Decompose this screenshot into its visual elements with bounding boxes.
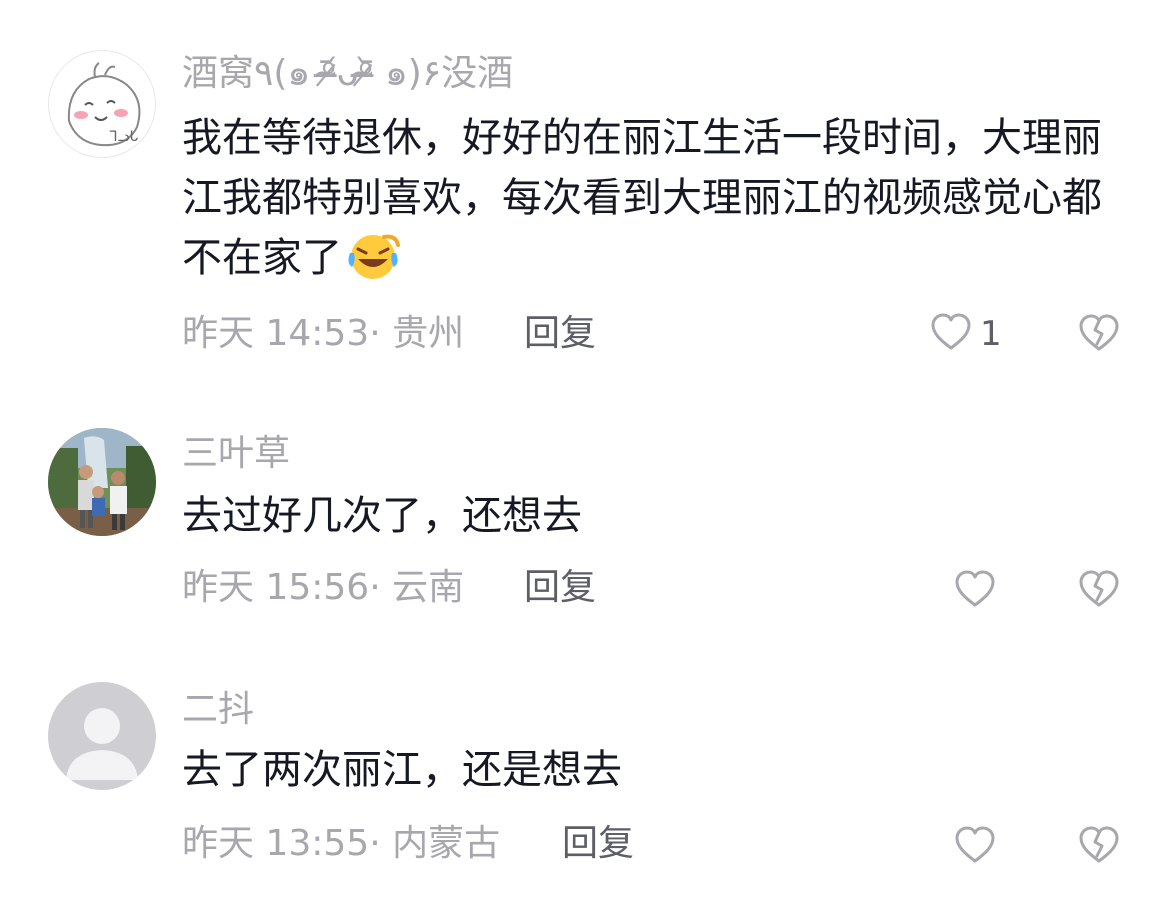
heart-icon (954, 570, 996, 612)
svg-text:ᒣᓗᒐ: ᒣᓗᒐ (109, 129, 138, 145)
broken-heart-icon (1078, 314, 1120, 356)
comment-time: 昨天 13:55 (182, 823, 370, 864)
comment-text: 我在等待退休，好好的在丽江生活一段时间，大理丽江我都特别喜欢，每次看到大理丽江的… (182, 108, 1122, 298)
comment-time: 昨天 15:56 (182, 567, 370, 608)
reply-button[interactable]: 回复 (562, 822, 634, 866)
comment-meta: 昨天 14:53· 贵州 (182, 312, 464, 356)
reply-button[interactable]: 回复 (524, 566, 596, 610)
comment-time: 昨天 14:53 (182, 313, 370, 354)
reply-button[interactable]: 回复 (524, 312, 596, 356)
comment-username[interactable]: 二抖 (182, 688, 254, 732)
meta-separator: · (369, 567, 393, 608)
like-button[interactable]: 1 (930, 312, 1002, 356)
laughing-crying-emoji-icon (344, 231, 402, 298)
comment-location: 贵州 (392, 313, 465, 354)
like-count: 1 (980, 314, 1002, 354)
dislike-button[interactable] (1078, 570, 1120, 612)
family-photo-icon (48, 428, 156, 536)
comment-username[interactable]: 三叶草 (182, 432, 290, 476)
comment-text-body: 去过好几次了，还想去 (182, 493, 582, 539)
meta-separator: · (369, 313, 393, 354)
avatar[interactable] (48, 682, 156, 790)
avatar[interactable]: ᒣᓗᒐ (48, 50, 156, 158)
comment-location: 内蒙古 (392, 823, 501, 864)
like-button[interactable] (954, 570, 996, 612)
comment-meta: 昨天 15:56· 云南 (182, 566, 464, 610)
comment-text-body: 去了两次丽江，还是想去 (182, 747, 622, 793)
avatar[interactable] (48, 428, 156, 536)
comment-username[interactable]: 酒窝٩(๑ ᵒ̴̶̷᷄ᴗᵒ̴̶̷᷅ ๑)۶没酒 (182, 52, 513, 96)
comment-location: 云南 (392, 567, 465, 608)
broken-heart-icon (1078, 570, 1120, 612)
comment-text: 去过好几次了，还想去 (182, 486, 1122, 546)
like-button[interactable] (954, 826, 996, 868)
comment-meta: 昨天 13:55· 内蒙古 (182, 822, 500, 866)
comment-text: 去了两次丽江，还是想去 (182, 740, 1122, 800)
dislike-button[interactable] (1078, 826, 1120, 868)
broken-heart-icon (1078, 826, 1120, 868)
comment-item: ᒣᓗᒐ 酒窝٩(๑ ᵒ̴̶̷᷄ᴗᵒ̴̶̷᷅ ๑)۶没酒 我在等待退休，好好的在丽… (0, 0, 1170, 380)
cartoon-face-icon: ᒣᓗᒐ (49, 51, 155, 157)
heart-icon (930, 313, 972, 355)
meta-separator: · (369, 823, 393, 864)
default-avatar-icon (48, 682, 156, 790)
comment-text-body: 我在等待退休，好好的在丽江生活一段时间，大理丽江我都特别喜欢，每次看到大理丽江的… (182, 115, 1102, 281)
heart-icon (954, 826, 996, 868)
dislike-button[interactable] (1078, 314, 1120, 356)
